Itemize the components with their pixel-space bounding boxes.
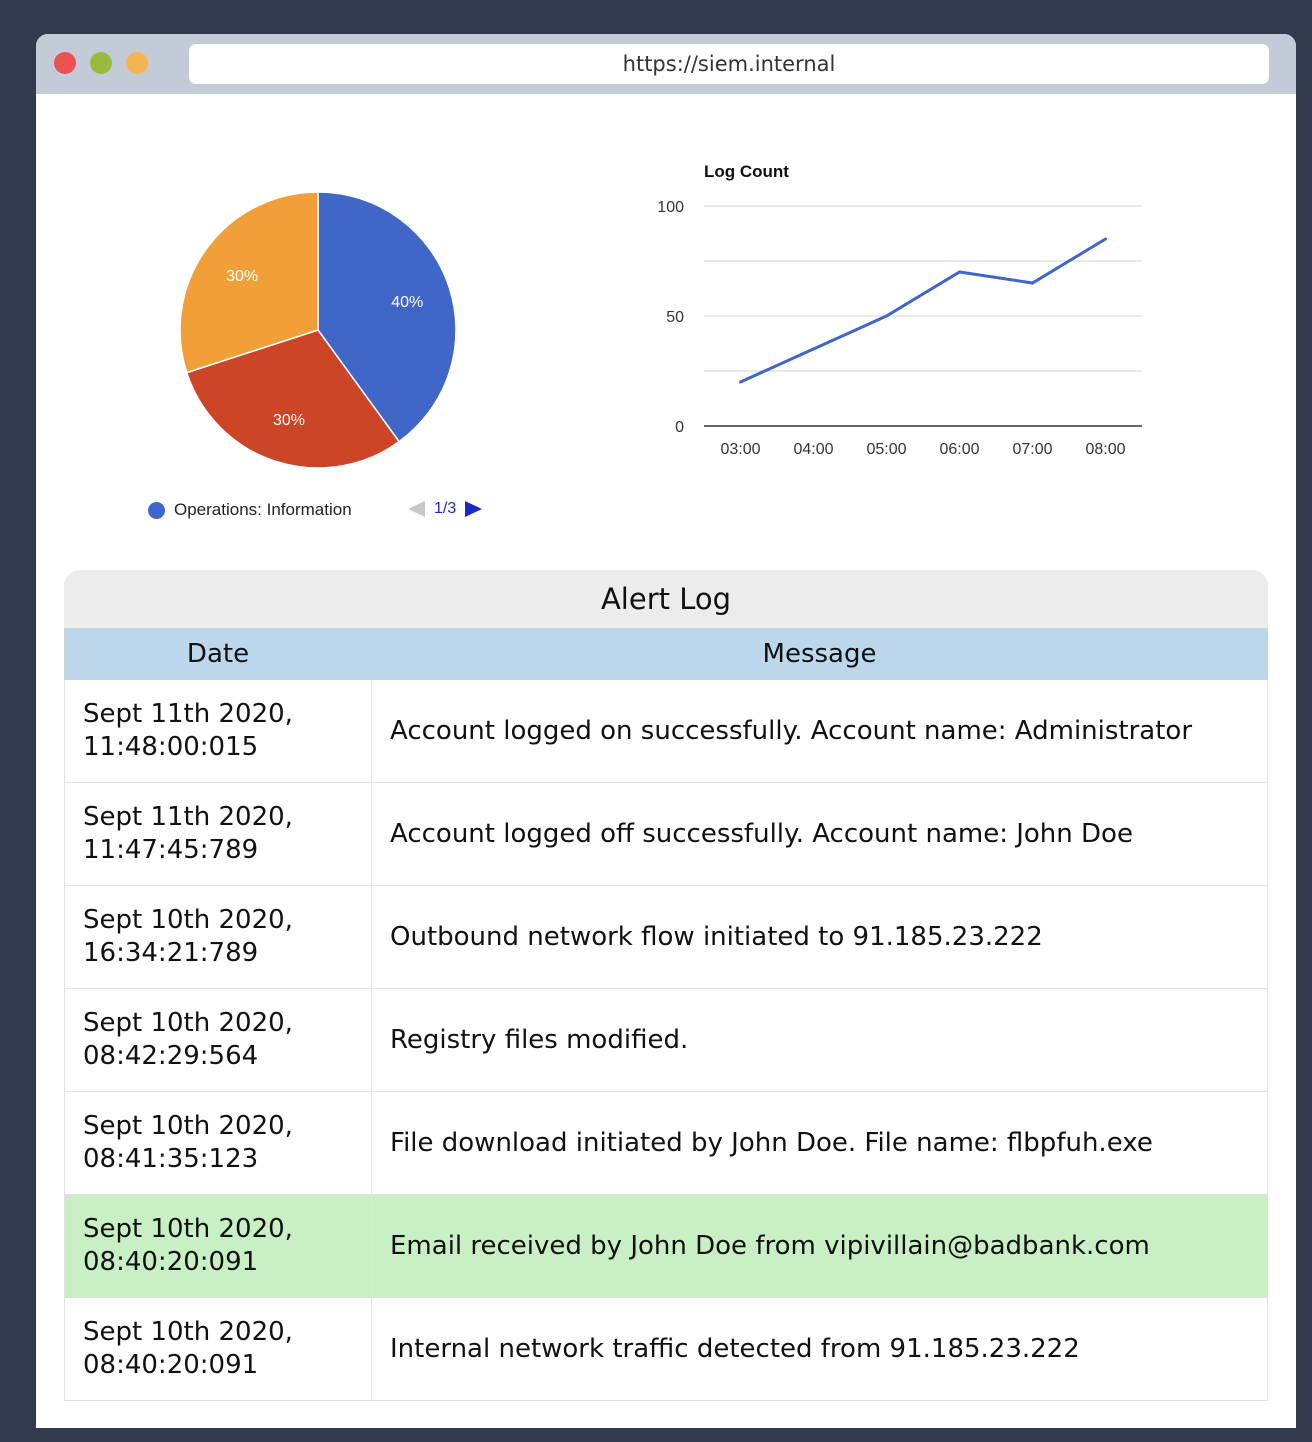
table-row[interactable]: Sept 11th 2020, 11:47:45:789 Account logg… [64, 782, 1268, 886]
row-date: Sept 10th 2020, 08:42:29:564 [64, 988, 372, 1092]
pie-slice-label: 30% [273, 412, 305, 429]
y-tick-label: 100 [657, 199, 684, 216]
x-tick-label: 04:00 [793, 441, 833, 458]
x-tick-label: 06:00 [939, 441, 979, 458]
address-bar[interactable]: https://siem.internal [189, 44, 1269, 84]
row-date: Sept 10th 2020, 08:41:35:123 [64, 1091, 372, 1195]
row-message: Registry files modified. [371, 988, 1268, 1092]
pager-prev-arrow-icon[interactable] [408, 501, 425, 517]
pager-next-arrow-icon[interactable] [465, 501, 483, 517]
line-chart-svg: Log Count 0 50 100 03:00 04:00 05:00 06:00 07:00… [657, 162, 1142, 458]
row-message: Outbound network flow initiated to 91.18… [371, 885, 1268, 989]
line-point[interactable] [1031, 281, 1034, 285]
browser-window: https://siem.internal 40% 30% 30% Operatio… [36, 34, 1296, 1428]
minimize-window-button[interactable] [90, 52, 112, 74]
pie-slice-label: 30% [226, 268, 258, 285]
legend-label: Operations: Information [174, 500, 352, 519]
line-point[interactable] [739, 380, 742, 384]
row-message: Internal network traffic detected from 9… [371, 1297, 1268, 1401]
close-window-button[interactable] [54, 52, 76, 74]
line-point[interactable] [958, 270, 961, 274]
y-tick-label: 50 [666, 309, 684, 326]
alert-log-title: Alert Log [64, 570, 1268, 628]
row-message: File download initiated by John Doe. Fil… [371, 1091, 1268, 1195]
line-point[interactable] [812, 347, 815, 351]
row-date: Sept 10th 2020, 08:40:20:091 [64, 1297, 372, 1401]
alert-log-panel: Alert Log Date Message Sept 11th 2020, 11… [64, 570, 1268, 1401]
table-row[interactable]: Sept 10th 2020, 16:34:21:789 Outbound net… [64, 885, 1268, 989]
column-header-date: Date [64, 628, 372, 680]
table-row[interactable]: Sept 10th 2020, 08:40:20:091 Internal net… [64, 1297, 1268, 1401]
line-point[interactable] [885, 314, 888, 318]
table-row[interactable]: Sept 11th 2020, 11:48:00:015 Account logg… [64, 679, 1268, 783]
maximize-window-button[interactable] [126, 52, 148, 74]
column-header-message: Message [371, 628, 1268, 680]
row-date: Sept 10th 2020, 16:34:21:789 [64, 885, 372, 989]
browser-titlebar: https://siem.internal [36, 34, 1296, 94]
table-row-highlighted[interactable]: Sept 10th 2020, 08:40:20:091 Email receiv… [64, 1194, 1268, 1298]
x-tick-label: 03:00 [720, 441, 760, 458]
pie-slice-label: 40% [391, 294, 423, 311]
row-date: Sept 10th 2020, 08:40:20:091 [64, 1194, 372, 1298]
legend-color-swatch [148, 501, 165, 519]
alert-log-table: Date Message Sept 11th 2020, 11:48:00:015… [64, 628, 1268, 1401]
row-message: Account logged off successfully. Account… [371, 782, 1268, 886]
row-message: Email received by John Doe from vipivill… [371, 1194, 1268, 1298]
line-point[interactable] [1104, 237, 1107, 241]
pager-text: 1/3 [434, 500, 457, 517]
line-series [739, 237, 1107, 384]
table-row[interactable]: Sept 10th 2020, 08:41:35:123 File downloa… [64, 1091, 1268, 1195]
table-row[interactable]: Sept 10th 2020, 08:42:29:564 Registry fil… [64, 988, 1268, 1092]
x-tick-label: 08:00 [1085, 441, 1125, 458]
x-tick-label: 05:00 [866, 441, 906, 458]
row-date: Sept 11th 2020, 11:48:00:015 [64, 679, 372, 783]
pie-chart-svg: 40% 30% 30% [179, 191, 457, 469]
legend-pager: 1/3 [408, 500, 483, 518]
pie-legend: Operations: Information [148, 500, 352, 520]
table-header-row: Date Message [64, 628, 1268, 680]
y-tick-label: 0 [675, 419, 684, 436]
row-message: Account logged on successfully. Account … [371, 679, 1268, 783]
row-date: Sept 11th 2020, 11:47:45:789 [64, 782, 372, 886]
line-chart: Log Count 0 50 100 03:00 04:00 05:00 06:00 07:00… [636, 120, 1196, 484]
pie-chart: 40% 30% 30% [176, 188, 460, 476]
x-tick-label: 07:00 [1012, 441, 1052, 458]
line-chart-title: Log Count [704, 162, 789, 181]
